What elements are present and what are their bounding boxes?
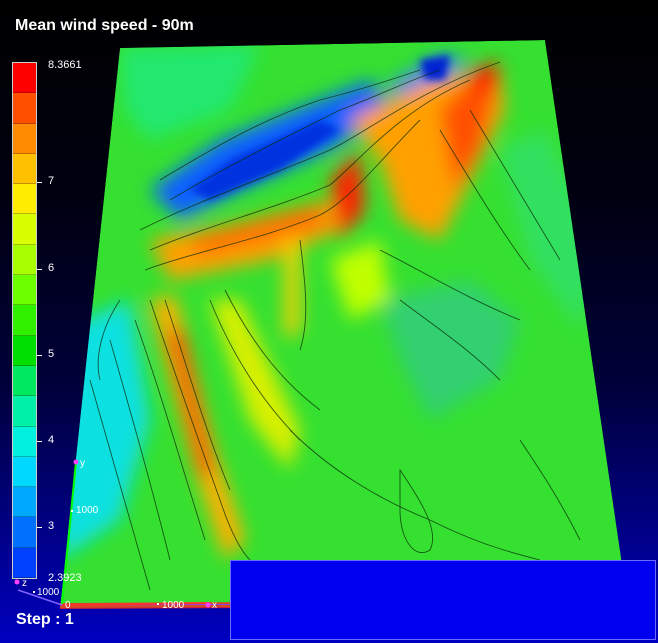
axis-origin-label: 0	[65, 600, 71, 611]
info-panel[interactable]	[230, 560, 656, 640]
y-axis-letter: y	[80, 458, 85, 469]
colorbar-min-label: 2.3923	[48, 572, 82, 584]
colorbar-tick: 7	[48, 175, 55, 187]
z-axis-letter: z	[22, 578, 27, 589]
colorbar-segment	[13, 275, 36, 306]
x-axis-tick: 1000	[162, 600, 185, 611]
colorbar-segment	[13, 214, 36, 245]
y-axis-tick: 1000	[76, 505, 99, 516]
colorbar-segment	[13, 547, 36, 579]
colorbar-tick-mark	[37, 441, 42, 442]
colorbar-tick-mark	[37, 527, 42, 528]
colorbar-segment	[13, 244, 36, 276]
colorbar-segment	[13, 335, 36, 366]
colorbar-tick: 5	[48, 348, 55, 360]
colorbar-tick: 4	[48, 434, 55, 446]
chart-title: Mean wind speed - 90m	[15, 17, 194, 34]
colorbar-segment	[13, 305, 36, 336]
step-indicator: Step : 1	[16, 611, 74, 628]
colorbar-segment	[13, 93, 36, 124]
wind-terrain-surface[interactable]	[0, 0, 658, 643]
colorbar-segment	[13, 487, 36, 518]
x-axis-letter: x	[212, 600, 217, 611]
colorbar-segment	[13, 184, 36, 215]
colorbar-segment	[13, 123, 36, 154]
z-axis-tick: 1000	[37, 587, 60, 598]
colorbar-tick-mark	[37, 355, 42, 356]
colorbar-segment	[13, 365, 36, 397]
colorbar-legend	[12, 62, 37, 579]
colorbar-segment	[13, 153, 36, 185]
colorbar-tick: 6	[48, 262, 55, 274]
colorbar-segment	[13, 517, 36, 548]
colorbar-segment	[13, 396, 36, 427]
colorbar-segment	[13, 63, 36, 94]
colorbar-tick-mark	[37, 182, 42, 183]
colorbar-segment	[13, 456, 36, 488]
colorbar-tick-mark	[37, 269, 42, 270]
colorbar-tick: 3	[48, 520, 55, 532]
colorbar-segment	[13, 426, 36, 457]
colorbar-max-label: 8.3661	[48, 59, 82, 71]
